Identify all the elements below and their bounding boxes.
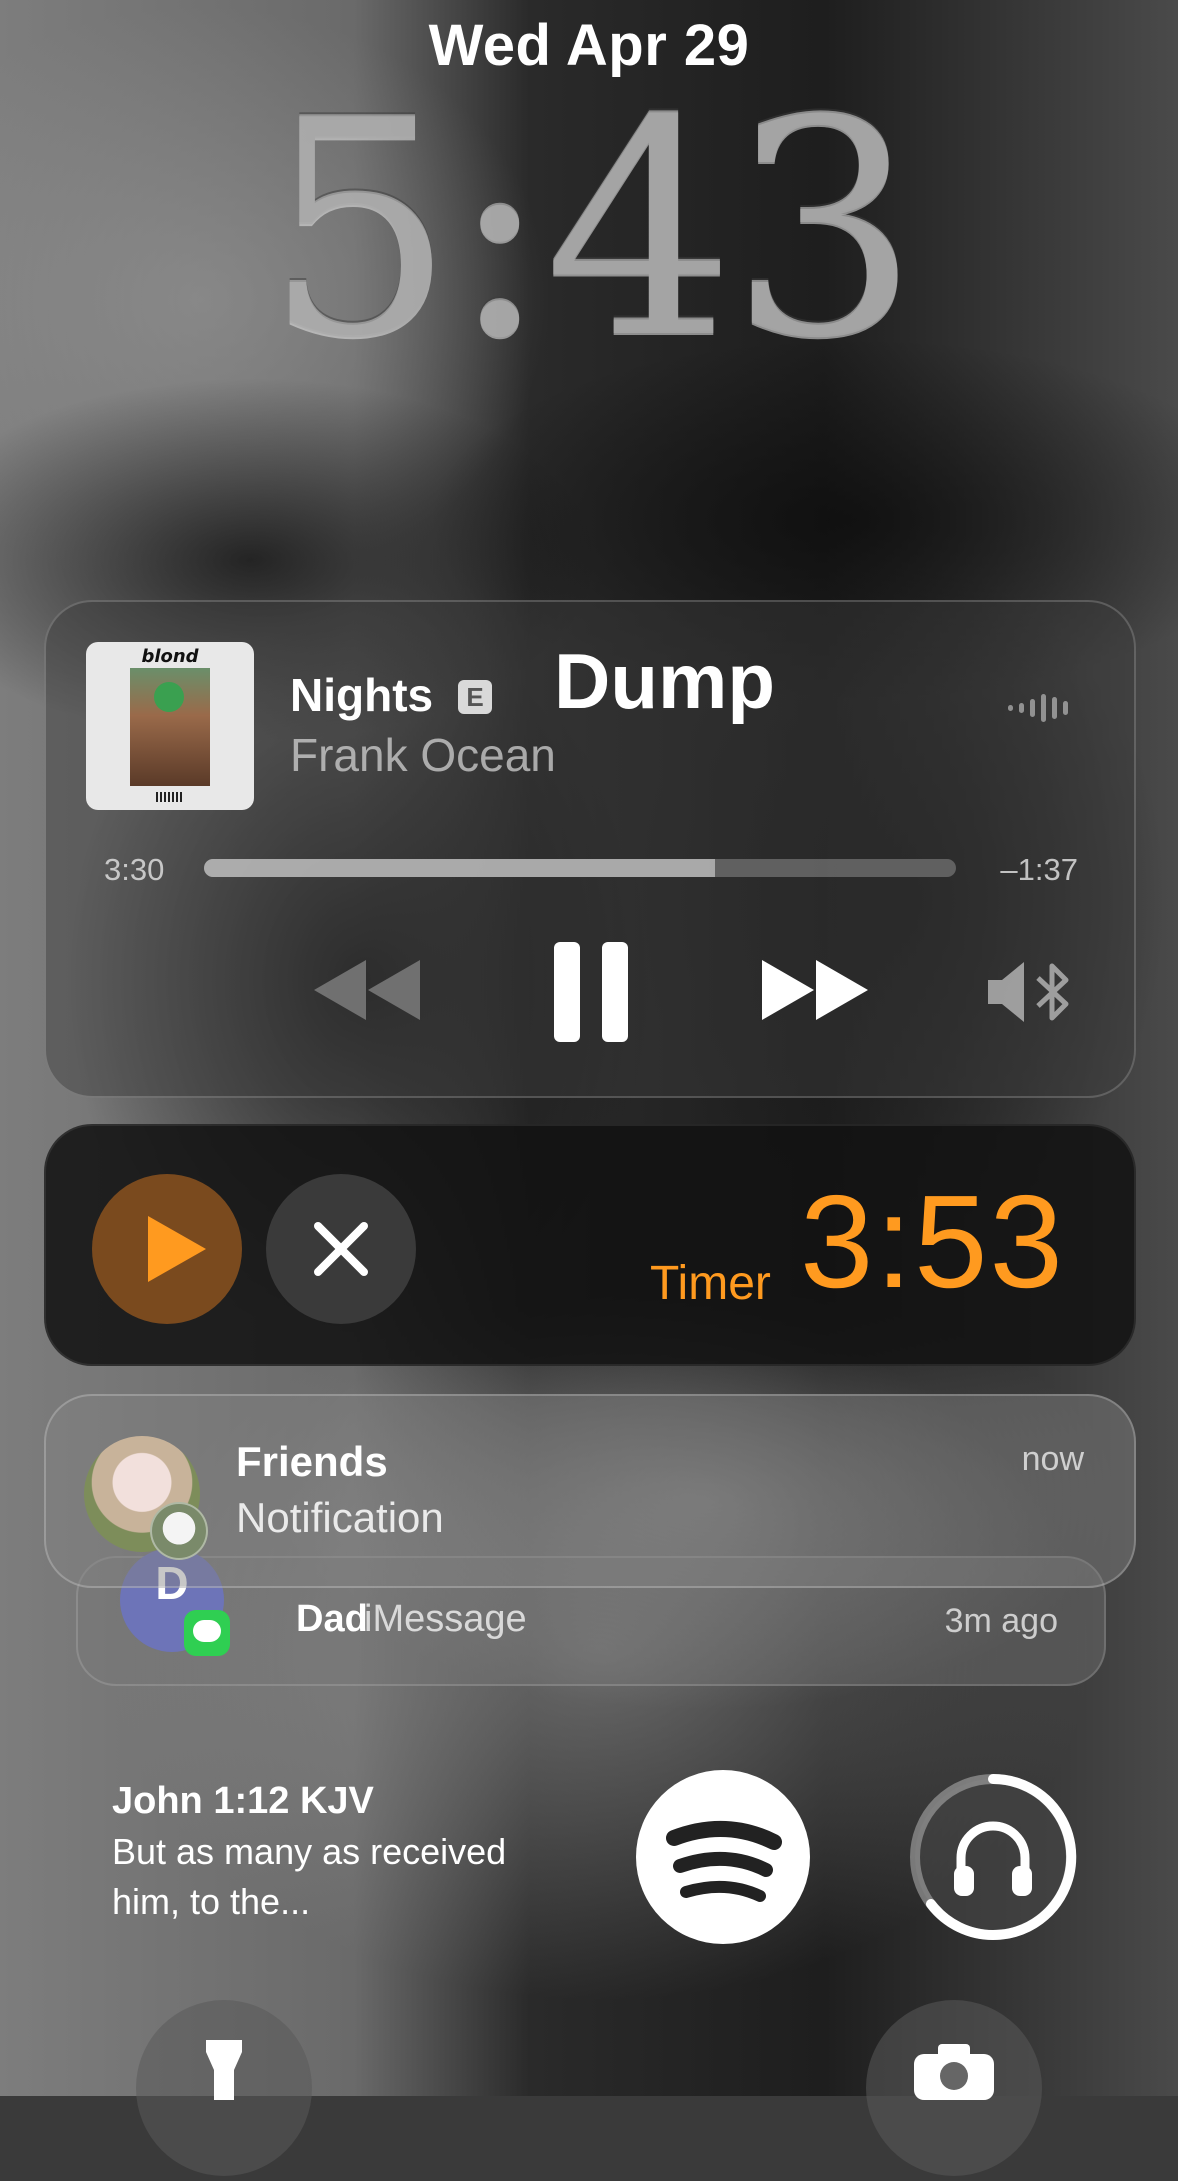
waveform-icon — [1008, 694, 1068, 722]
explicit-badge: E — [458, 680, 492, 714]
flashlight-icon[interactable] — [136, 2000, 312, 2176]
album-art-title: blond — [141, 646, 199, 667]
avatar — [84, 1436, 208, 1560]
notification-time: 3m ago — [944, 1602, 1058, 1640]
notification-app: iMessage — [364, 1598, 527, 1640]
now-playing-widget[interactable]: blond Nights E Dump Frank Ocean 3:30 –1:… — [44, 600, 1136, 1098]
pause-icon[interactable] — [552, 942, 630, 1047]
album-art[interactable]: blond — [86, 642, 254, 810]
close-icon[interactable] — [266, 1174, 416, 1324]
headphones-icon[interactable] — [906, 1770, 1080, 1944]
notification-time: now — [1021, 1440, 1084, 1478]
bible-verse-widget[interactable]: John 1:12 KJV But as many as received hi… — [112, 1780, 582, 1927]
messages-app-icon — [184, 1610, 230, 1656]
remaining-time: –1:37 — [1000, 852, 1078, 887]
rewind-icon[interactable] — [314, 960, 424, 1025]
notification-friends[interactable]: Friends Notification now — [44, 1394, 1136, 1588]
artist-name: Frank Ocean — [290, 729, 556, 781]
progress-fill — [204, 859, 716, 877]
timer-label: Timer — [650, 1257, 771, 1310]
play-icon[interactable] — [92, 1174, 242, 1324]
app-badge-icon — [150, 1502, 208, 1560]
timer-live-activity[interactable]: Timer 3:53 — [44, 1124, 1136, 1366]
camera-icon[interactable] — [866, 2000, 1042, 2176]
verse-text: But as many as received him, to the... — [112, 1831, 507, 1922]
progress-scrubber[interactable] — [204, 859, 956, 877]
elapsed-time: 3:30 — [104, 852, 165, 887]
lock-clock: 5:43 — [264, 55, 920, 404]
song-title: Nights — [290, 669, 434, 721]
album-art-barcode — [156, 792, 184, 802]
notification-title: Friends — [236, 1438, 388, 1485]
speaker-bluetooth-icon[interactable] — [986, 960, 1076, 1029]
widget-label: Dump — [554, 637, 775, 725]
notification-body: Notification — [236, 1494, 444, 1541]
timer-value: 3:53 — [800, 1168, 1065, 1315]
notification-sender: Dad — [296, 1598, 368, 1640]
fast-forward-icon[interactable] — [758, 960, 868, 1025]
album-art-photo — [130, 668, 210, 786]
verse-reference: John 1:12 KJV — [112, 1780, 374, 1822]
spotify-icon[interactable] — [636, 1770, 810, 1944]
